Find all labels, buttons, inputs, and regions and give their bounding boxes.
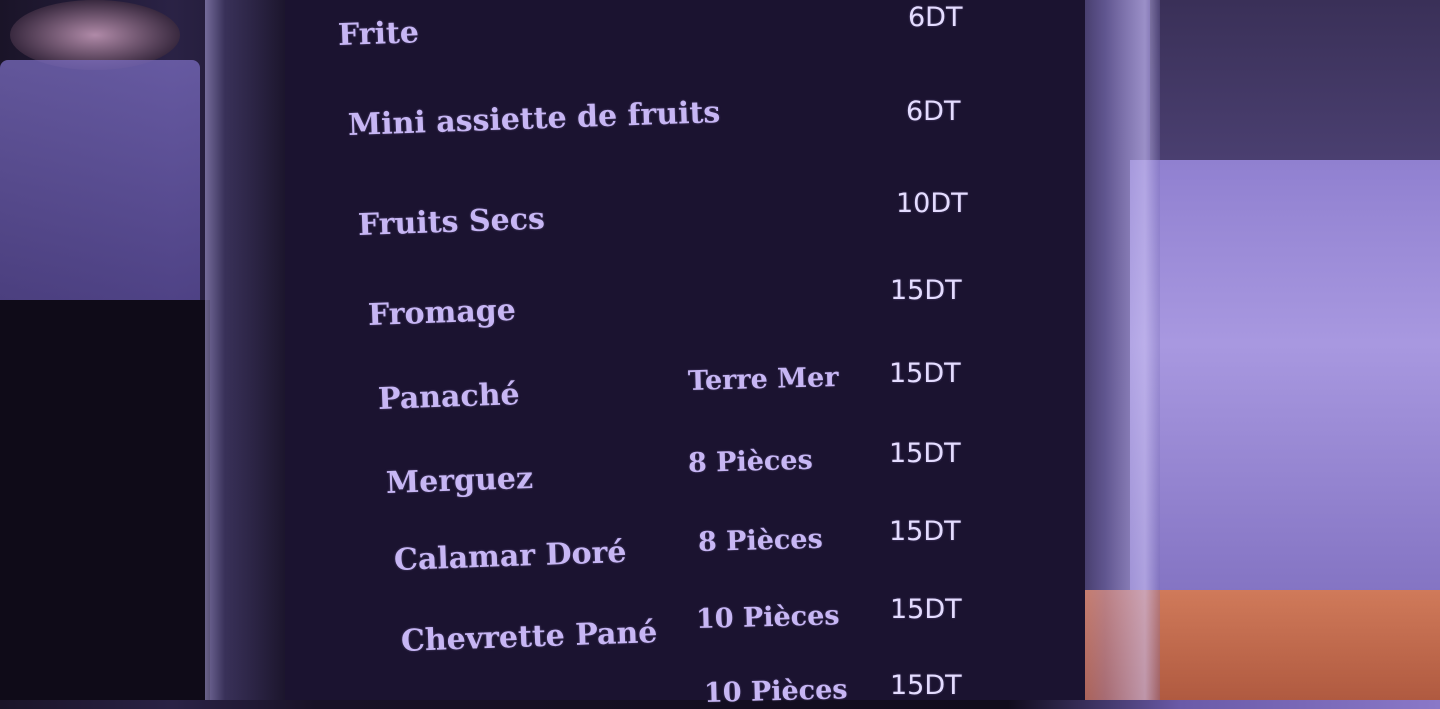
item-price: 6DT — [908, 2, 963, 33]
menu-card: Frite 6DT Mini assiette de fruits 6DT Fr… — [285, 0, 1085, 709]
item-detail: 8 Pièces — [687, 444, 814, 479]
item-price: 15DT — [890, 670, 962, 701]
item-name: Fromage — [367, 292, 517, 333]
background-blur-left — [0, 60, 200, 310]
item-detail: 10 Pièces — [703, 674, 848, 709]
background-dark-left — [0, 300, 210, 700]
item-detail: Terre Mer — [687, 362, 839, 397]
item-name: Panaché — [377, 377, 521, 417]
background-blur-right — [1130, 160, 1440, 620]
item-price: 15DT — [889, 516, 961, 547]
item-price: 10DT — [896, 188, 968, 219]
item-price: 15DT — [890, 275, 962, 306]
background-blur-right-top — [1150, 0, 1440, 160]
item-price: 6DT — [906, 96, 961, 127]
item-name: Fruits Secs — [357, 201, 546, 243]
item-name: Chevrette Pané — [400, 615, 658, 659]
item-name: Calamar Doré — [393, 534, 627, 578]
item-name: Frite — [337, 15, 420, 53]
item-price: 15DT — [889, 438, 961, 469]
item-detail: 10 Pièces — [695, 600, 840, 635]
item-price: 15DT — [890, 594, 962, 625]
item-detail: 8 Pièces — [697, 523, 824, 558]
item-name: Mini assiette de fruits — [347, 95, 721, 143]
item-name: Merguez — [385, 460, 534, 501]
item-price: 15DT — [889, 358, 961, 389]
